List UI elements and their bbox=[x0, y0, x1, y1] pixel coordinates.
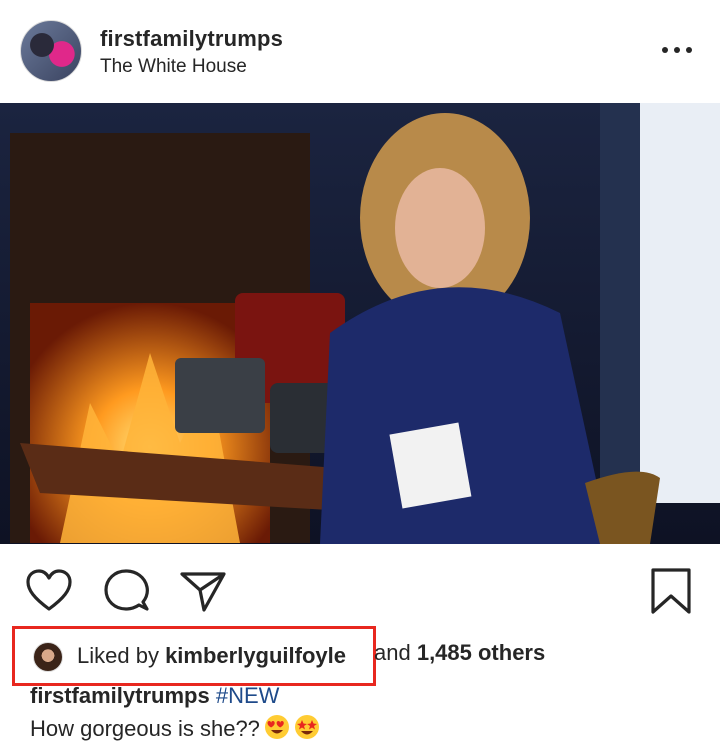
caption-hashtag[interactable]: #NEW bbox=[216, 683, 280, 708]
likes-and: and bbox=[374, 640, 417, 665]
photo-illustration bbox=[0, 103, 720, 544]
likes-others[interactable]: 1,485 others bbox=[417, 640, 545, 665]
speech-bubble-icon[interactable] bbox=[102, 566, 152, 616]
bookmark-icon[interactable] bbox=[646, 566, 696, 616]
heart-outline-icon[interactable] bbox=[24, 566, 74, 616]
profile-avatar[interactable] bbox=[20, 20, 82, 82]
liked-by-prefix: Liked by bbox=[77, 643, 166, 668]
liker-avatar[interactable] bbox=[33, 642, 63, 672]
post-header: firstfamilytrumps The White House bbox=[0, 0, 720, 103]
post-actions bbox=[0, 560, 720, 620]
paper-plane-icon[interactable] bbox=[178, 566, 228, 616]
liked-by-text: Liked by kimberlyguilfoyle bbox=[77, 643, 346, 669]
post-location[interactable]: The White House bbox=[100, 56, 247, 78]
liked-by-highlight: Liked by kimberlyguilfoyle bbox=[12, 626, 376, 686]
liker-username[interactable]: kimberlyguilfoyle bbox=[165, 643, 346, 668]
post-username[interactable]: firstfamilytrumps bbox=[100, 26, 283, 52]
caption-username[interactable]: firstfamilytrumps bbox=[30, 683, 210, 708]
caption-text: How gorgeous is she?? bbox=[30, 716, 260, 741]
caption-header: firstfamilytrumps #NEW bbox=[30, 683, 279, 709]
star-struck-emoji-icon bbox=[294, 714, 320, 746]
heart-eyes-emoji-icon bbox=[264, 714, 290, 746]
caption-text-line: How gorgeous is she?? bbox=[30, 714, 320, 746]
more-options-icon[interactable] bbox=[660, 38, 694, 62]
post-photo[interactable] bbox=[0, 103, 720, 544]
likes-count[interactable]: and 1,485 others bbox=[374, 640, 545, 666]
